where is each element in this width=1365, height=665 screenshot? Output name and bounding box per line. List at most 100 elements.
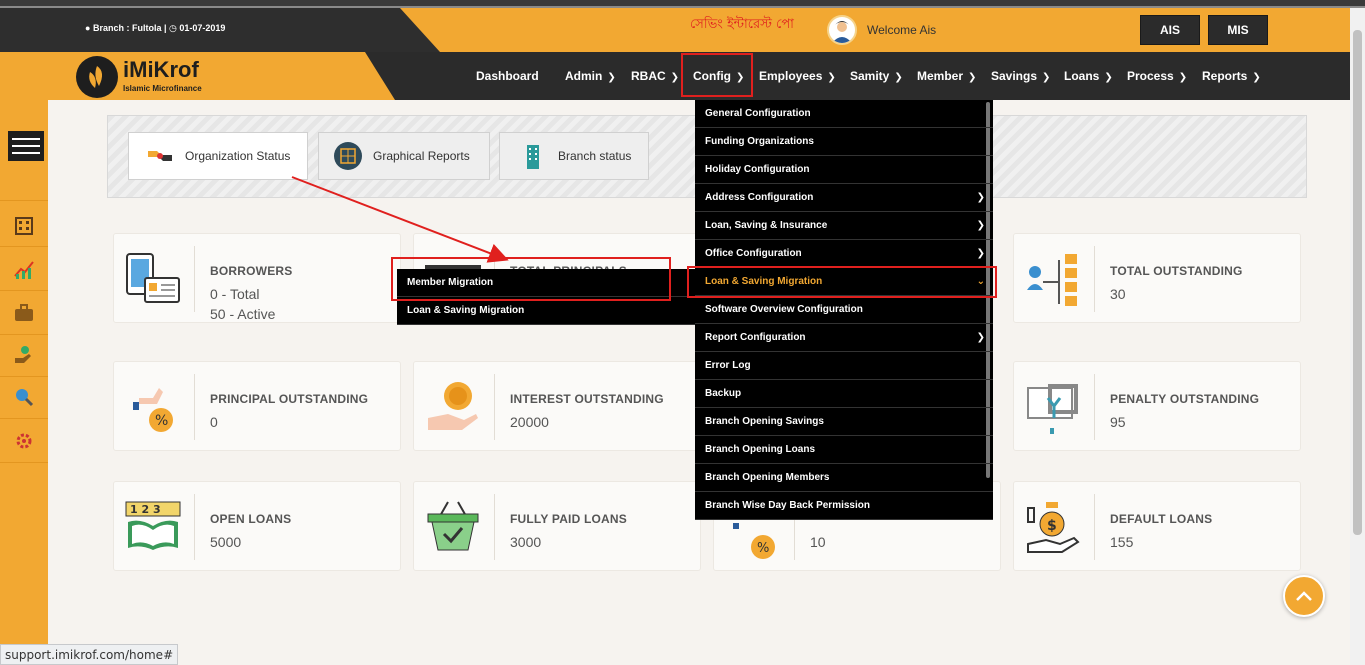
menu-item-address-configuration[interactable]: Address Configuration ❯ — [695, 184, 993, 212]
left-sidebar — [0, 100, 48, 665]
tab-organization-status[interactable]: Organization Status — [128, 132, 308, 180]
menu-item-branch-opening-savings[interactable]: Branch Opening Savings — [695, 408, 993, 436]
card-title: INTEREST OUTSTANDING — [510, 392, 664, 406]
card-value: 5000 — [210, 534, 242, 550]
menu-item-branch-opening-loans[interactable]: Branch Opening Loans — [695, 436, 993, 464]
chevron-right-icon: ❯ — [1042, 72, 1051, 83]
card-title: FULLY PAID LOANS — [510, 512, 627, 526]
tab-branch-status[interactable]: Branch status — [499, 132, 649, 180]
status-bar-url: support.imikrof.com/home# — [0, 644, 179, 665]
chevron-right-icon: ❯ — [894, 72, 903, 83]
card-borrowers[interactable]: BORROWERS 0 - Total 50 - Active — [113, 233, 401, 323]
chevron-right-icon: ❯ — [607, 72, 616, 83]
chevron-right-icon: ❯ — [1252, 72, 1261, 83]
tab-graphical-reports[interactable]: Graphical Reports — [318, 132, 490, 180]
config-dropdown: General Configuration Funding Organizati… — [695, 100, 993, 520]
avatar[interactable] — [827, 15, 857, 45]
handshake-icon — [145, 141, 175, 171]
nav-savings[interactable]: Savings ❯ — [991, 69, 1050, 83]
menu-item-branch-wise-day-back-permission[interactable]: Branch Wise Day Back Permission — [695, 492, 993, 520]
open-book-icon: 1 2 3 — [122, 496, 184, 558]
nav-reports[interactable]: Reports ❯ — [1202, 69, 1261, 83]
menu-item-branch-opening-members[interactable]: Branch Opening Members — [695, 464, 993, 492]
chevron-right-icon: ❯ — [827, 72, 836, 83]
card-total-outstanding[interactable]: TOTAL OUTSTANDING 30 — [1013, 233, 1301, 323]
card-value: 20000 — [510, 414, 549, 430]
grid-chart-icon — [333, 141, 363, 171]
top-bar: ● Branch : Fultola | ◷ 01-07-2019 সেভিং … — [0, 8, 1365, 52]
tower-icon — [518, 141, 548, 171]
globe-icon: ● — [85, 23, 91, 33]
menu-item-error-log[interactable]: Error Log — [695, 352, 993, 380]
chevron-right-icon: ❯ — [976, 220, 985, 231]
menu-toggle-icon[interactable] — [8, 131, 44, 161]
nav-member[interactable]: Member ❯ — [917, 69, 976, 83]
card-title: DEFAULT LOANS — [1110, 512, 1213, 526]
card-default-loans[interactable]: $ DEFAULT LOANS 155 — [1013, 481, 1301, 571]
welcome-text: Welcome Ais — [867, 23, 937, 37]
mis-button[interactable]: MIS — [1208, 15, 1268, 45]
page-scrollbar[interactable] — [1350, 8, 1365, 665]
menu-item-software-overview-configuration[interactable]: Software Overview Configuration — [695, 296, 993, 324]
menu-item-loan-saving-insurance[interactable]: Loan, Saving & Insurance ❯ — [695, 212, 993, 240]
svg-text:%: % — [155, 413, 168, 429]
coin-hand-icon — [422, 376, 484, 438]
search-coin-icon[interactable] — [12, 385, 36, 409]
board-person-icon — [1022, 376, 1084, 438]
card-penalty-outstanding[interactable]: PENALTY OUTSTANDING 95 — [1013, 361, 1301, 451]
logo-name[interactable]: iMiKrof — [123, 57, 199, 83]
menu-item-report-configuration[interactable]: Report Configuration ❯ — [695, 324, 993, 352]
basket-check-icon — [422, 496, 484, 558]
chevron-right-icon: ❯ — [976, 332, 985, 343]
card-title: OPEN LOANS — [210, 512, 292, 526]
chevron-right-icon: ❯ — [968, 72, 977, 83]
svg-text:$: $ — [1047, 518, 1057, 534]
submenu-item-loan-saving-migration[interactable]: Loan & Saving Migration — [397, 297, 695, 325]
card-interest-outstanding[interactable]: INTEREST OUTSTANDING 20000 — [413, 361, 701, 451]
card-title: TOTAL OUTSTANDING — [1110, 264, 1243, 278]
card-value: 0 — [210, 414, 218, 430]
building-icon[interactable] — [12, 213, 36, 237]
mobile-card-icon — [122, 248, 184, 310]
hierarchy-icon — [1022, 248, 1084, 310]
menu-item-general-configuration[interactable]: General Configuration — [695, 100, 993, 128]
card-principal-outstanding[interactable]: % PRINCIPAL OUTSTANDING 0 — [113, 361, 401, 451]
menu-item-office-configuration[interactable]: Office Configuration ❯ — [695, 240, 993, 268]
svg-text:%: % — [757, 541, 769, 556]
card-open-loans[interactable]: 1 2 3 OPEN LOANS 5000 — [113, 481, 401, 571]
card-value: 10 — [810, 534, 826, 550]
scroll-top-button[interactable] — [1283, 575, 1325, 617]
ais-button[interactable]: AIS — [1140, 15, 1200, 45]
chevron-right-icon: ❯ — [976, 192, 985, 203]
chevron-right-icon: ❯ — [1178, 72, 1188, 83]
card-title: PRINCIPAL OUTSTANDING — [210, 392, 369, 406]
chart-icon[interactable] — [12, 257, 36, 281]
nav-admin[interactable]: Admin ❯ — [565, 69, 616, 83]
card-fully-paid-loans[interactable]: FULLY PAID LOANS 3000 — [413, 481, 701, 571]
browser-top-strip — [0, 0, 1365, 8]
nav-samity[interactable]: Samity ❯ — [850, 69, 903, 83]
chevron-right-icon: ❯ — [670, 72, 680, 83]
hand-money-icon[interactable] — [12, 343, 36, 367]
briefcase-icon[interactable] — [12, 301, 36, 325]
percent-bag-icon: % — [122, 376, 184, 438]
menu-item-backup[interactable]: Backup — [695, 380, 993, 408]
nav-employees[interactable]: Employees ❯ — [759, 69, 836, 83]
chevron-right-icon: ❯ — [976, 248, 985, 259]
logo-subtitle: Islamic Microfinance — [123, 84, 202, 93]
menu-item-funding-organizations[interactable]: Funding Organizations — [695, 128, 993, 156]
nav-loans[interactable]: Loans ❯ — [1064, 69, 1113, 83]
marquee-notice: সেভিং ইন্টারেস্ট পো — [690, 17, 794, 32]
logo-icon[interactable] — [76, 56, 118, 98]
nav-rbac[interactable]: RBAC ❯ — [631, 69, 679, 83]
nav-dashboard[interactable]: Dashboard — [476, 69, 539, 83]
settings-icon[interactable] — [12, 429, 36, 453]
clock-icon: ◷ — [169, 23, 177, 33]
nav-process[interactable]: Process ❯ — [1127, 69, 1187, 83]
card-title: PENALTY OUTSTANDING — [1110, 392, 1260, 406]
branch-label: Branch : Fultola | — [92, 23, 167, 33]
dollar-hand-icon: $ — [1022, 496, 1084, 558]
menu-item-holiday-configuration[interactable]: Holiday Configuration — [695, 156, 993, 184]
loan-saving-migration-highlight-box — [687, 266, 997, 298]
card-value: 95 — [1110, 414, 1126, 430]
